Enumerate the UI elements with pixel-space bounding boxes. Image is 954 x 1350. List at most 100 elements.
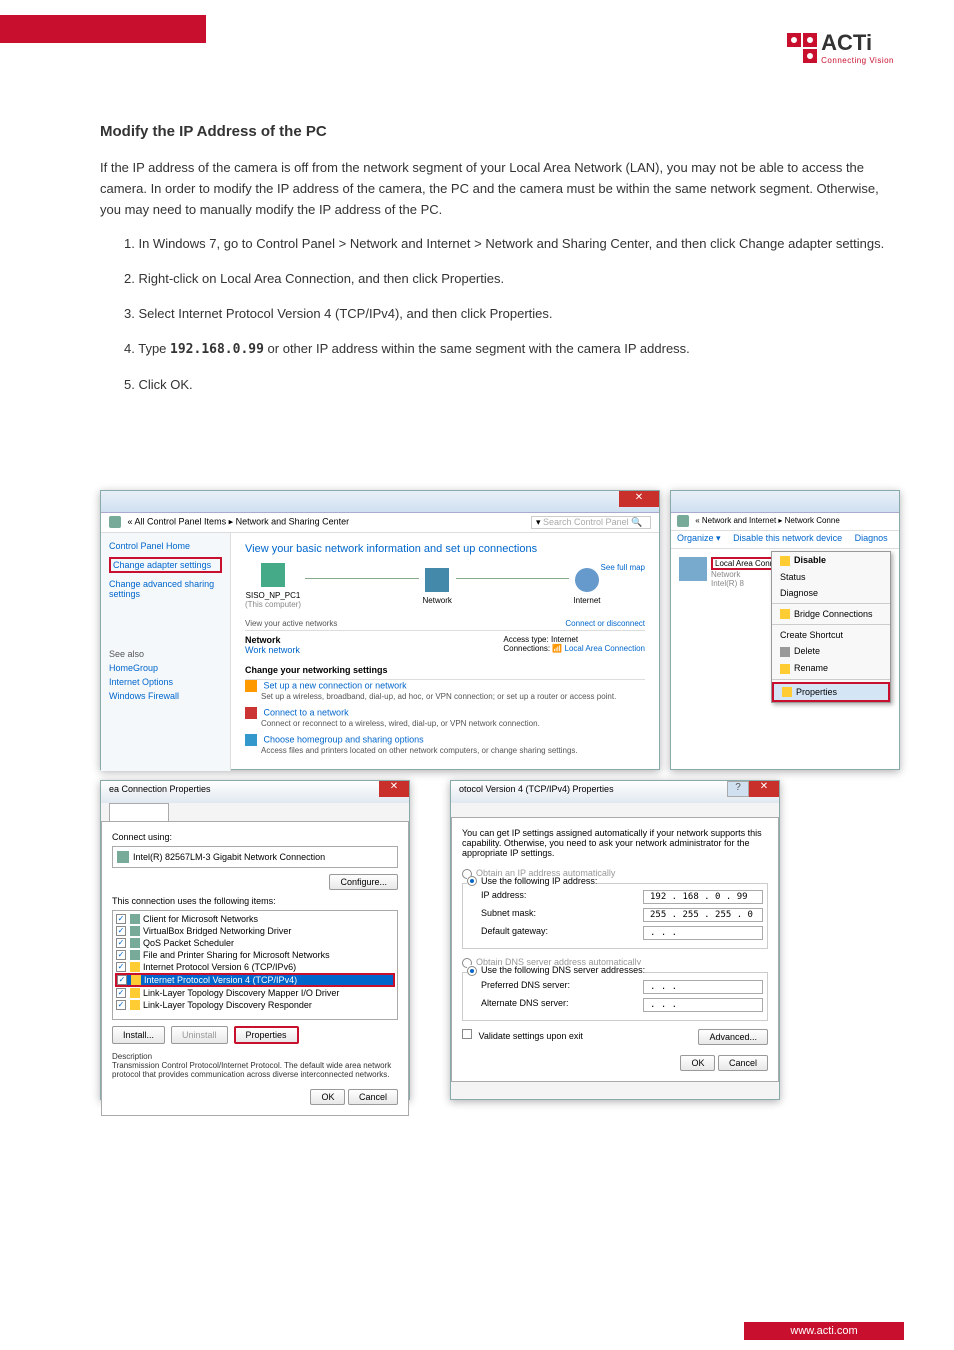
intro-paragraph: If the IP address of the camera is off f… — [100, 158, 900, 220]
nic-select[interactable]: Intel(R) 82567LM-3 Gigabit Network Conne… — [112, 846, 398, 868]
menu-delete[interactable]: Delete — [772, 643, 890, 660]
pc-node: SISO_NP_PC1 (This computer) — [245, 563, 301, 609]
cancel-button[interactable]: Cancel — [348, 1089, 398, 1105]
connect-using-label: Connect using: — [112, 832, 398, 842]
network-node: Network — [423, 568, 452, 605]
list-item[interactable]: ✓Internet Protocol Version 6 (TCP/IPv6) — [115, 961, 395, 973]
close-button[interactable]: ✕ — [619, 491, 659, 507]
close-button[interactable]: ✕ — [749, 781, 779, 797]
ip-label: IP address: — [481, 890, 526, 904]
list-item[interactable]: ✓Client for Microsoft Networks — [115, 913, 395, 925]
network-icon — [425, 568, 449, 592]
view-active-label: View your active networks — [245, 619, 337, 628]
client-icon — [130, 914, 140, 924]
logo: ACTi Connecting Vision — [787, 30, 894, 65]
toolbar: Organize ▾ Disable this network device D… — [671, 531, 899, 549]
breadcrumb[interactable]: « All Control Panel Items ▸ Network and … — [128, 516, 350, 526]
titlebar[interactable] — [671, 491, 899, 513]
step-1: 1. In Windows 7, go to Control Panel > N… — [124, 234, 900, 255]
homegroup-link[interactable]: HomeGroup — [109, 663, 222, 673]
list-item[interactable]: ✓QoS Packet Scheduler — [115, 937, 395, 949]
step-5: 5. Click OK. — [124, 375, 900, 396]
control-panel-home-link[interactable]: Control Panel Home — [109, 541, 222, 551]
titlebar[interactable]: ✕ — [101, 491, 659, 513]
task-homegroup[interactable]: Choose homegroup and sharing options Acc… — [245, 734, 645, 755]
logo-text: ACTi — [821, 30, 894, 56]
dns2-input[interactable]: . . . — [643, 998, 763, 1012]
menu-status[interactable]: Status — [772, 569, 890, 585]
task-setup-connection[interactable]: Set up a new connection or network Set u… — [245, 680, 645, 701]
ok-button[interactable]: OK — [310, 1089, 345, 1105]
rename-icon — [780, 664, 790, 674]
change-advanced-sharing-link[interactable]: Change advanced sharing settings — [109, 579, 222, 599]
networking-tab[interactable] — [109, 803, 169, 821]
breadcrumb-bar[interactable]: « Network and Internet ▸ Network Conne — [671, 513, 899, 531]
menu-properties[interactable]: Properties — [772, 682, 890, 703]
connect-icon — [245, 707, 257, 719]
step-4: 4. Type 192.168.0.99 or other IP address… — [124, 339, 900, 361]
mask-input[interactable]: 255 . 255 . 255 . 0 — [643, 908, 763, 922]
radio-manual-ip[interactable]: Use the following IP address: — [467, 876, 597, 887]
ip-input[interactable]: 192 . 168 . 0 . 99 — [643, 890, 763, 904]
close-button[interactable]: ✕ — [379, 781, 409, 797]
configure-button[interactable]: Configure... — [329, 874, 398, 890]
diagnose-button[interactable]: Diagnos — [855, 533, 888, 543]
properties-button[interactable]: Properties — [234, 1026, 299, 1044]
list-item[interactable]: ✓File and Printer Sharing for Microsoft … — [115, 949, 395, 961]
change-adapter-settings-link[interactable]: Change adapter settings — [109, 557, 222, 573]
driver-icon — [130, 926, 140, 936]
menu-disable[interactable]: Disable — [772, 552, 890, 569]
window-network-sharing-center: ✕ « All Control Panel Items ▸ Network an… — [100, 490, 660, 770]
ipv4-icon — [131, 975, 141, 985]
step-3: 3. Select Internet Protocol Version 4 (T… — [124, 304, 900, 325]
network-name: Network — [245, 635, 300, 645]
ok-button[interactable]: OK — [680, 1055, 715, 1071]
radio-manual-dns[interactable]: Use the following DNS server addresses: — [467, 965, 645, 976]
connect-disconnect-link[interactable]: Connect or disconnect — [565, 619, 645, 628]
organize-dropdown[interactable]: Organize ▾ — [677, 533, 721, 543]
disable-device-button[interactable]: Disable this network device — [733, 533, 842, 543]
share-icon — [130, 950, 140, 960]
connection-link[interactable]: 📶 Local Area Connection — [552, 644, 645, 653]
wizard-icon — [245, 680, 257, 692]
list-item[interactable]: ✓Link-Layer Topology Discovery Responder — [115, 999, 395, 1011]
window-connection-properties: ea Connection Properties ✕ Connect using… — [100, 780, 410, 1100]
network-type[interactable]: Work network — [245, 645, 300, 655]
cancel-button[interactable]: Cancel — [718, 1055, 768, 1071]
menu-rename[interactable]: Rename — [772, 660, 890, 677]
validate-checkbox[interactable] — [462, 1029, 472, 1039]
task-connect-network[interactable]: Connect to a network Connect or reconnec… — [245, 707, 645, 728]
logo-subtitle: Connecting Vision — [821, 56, 894, 65]
shield-icon — [780, 556, 790, 566]
menu-bridge[interactable]: Bridge Connections — [772, 606, 890, 623]
titlebar[interactable]: otocol Version 4 (TCP/IPv4) Properties ?… — [451, 781, 779, 803]
sidebar: Control Panel Home Change adapter settin… — [101, 533, 231, 771]
windows-firewall-link[interactable]: Windows Firewall — [109, 691, 222, 701]
help-button[interactable]: ? — [727, 781, 749, 797]
list-item[interactable]: ✓Link-Layer Topology Discovery Mapper I/… — [115, 987, 395, 999]
dns1-input[interactable]: . . . — [643, 980, 763, 994]
search-input[interactable]: ▾ Search Control Panel 🔍 — [531, 516, 651, 529]
globe-icon — [575, 568, 599, 592]
list-item-ipv4[interactable]: ✓Internet Protocol Version 4 (TCP/IPv4) — [115, 973, 395, 987]
lltd-icon — [130, 988, 140, 998]
bridge-icon — [780, 609, 790, 619]
see-full-map-link[interactable]: See full map — [601, 563, 645, 572]
homegroup-icon — [245, 734, 257, 746]
titlebar[interactable]: ea Connection Properties ✕ — [101, 781, 409, 803]
list-item[interactable]: ✓VirtualBox Bridged Networking Driver — [115, 925, 395, 937]
menu-shortcut[interactable]: Create Shortcut — [772, 627, 890, 643]
advanced-button[interactable]: Advanced... — [698, 1029, 768, 1045]
main-panel: View your basic network information and … — [231, 533, 659, 771]
gateway-input[interactable]: . . . — [643, 926, 763, 940]
ipv6-icon — [130, 962, 140, 972]
protocol-list[interactable]: ✓Client for Microsoft Networks ✓VirtualB… — [112, 910, 398, 1020]
internet-options-link[interactable]: Internet Options — [109, 677, 222, 687]
gateway-label: Default gateway: — [481, 926, 548, 940]
breadcrumb-bar[interactable]: « All Control Panel Items ▸ Network and … — [101, 513, 659, 533]
menu-diagnose[interactable]: Diagnose — [772, 585, 890, 601]
description-text: Transmission Control Protocol/Internet P… — [112, 1061, 398, 1079]
qos-icon — [130, 938, 140, 948]
install-button[interactable]: Install... — [112, 1026, 165, 1044]
dns1-label: Preferred DNS server: — [481, 980, 570, 994]
